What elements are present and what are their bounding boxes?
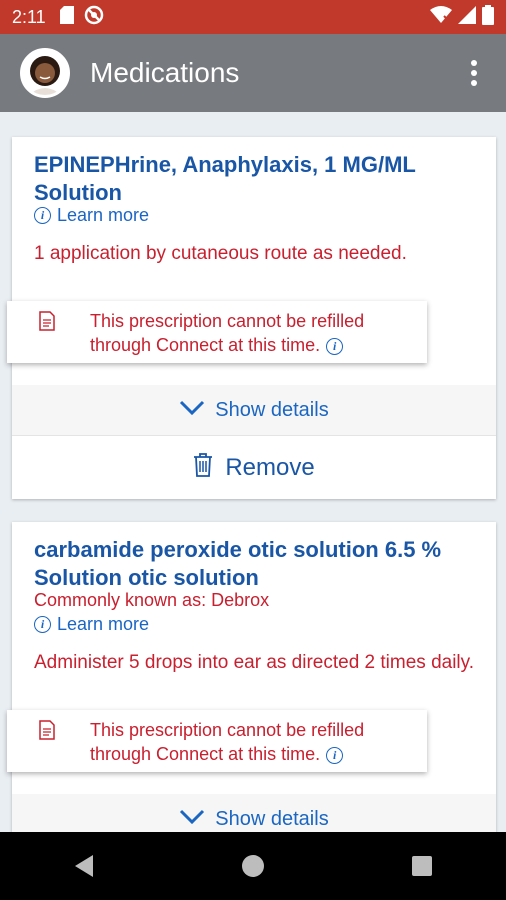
trash-icon <box>193 452 213 484</box>
document-icon <box>39 311 55 336</box>
system-nav-bar <box>0 832 506 900</box>
medication-name: EPINEPHrine, Anaphylaxis, 1 MG/ML Soluti… <box>34 152 416 205</box>
back-icon[interactable] <box>54 836 114 896</box>
learn-more-link[interactable]: i Learn more <box>34 205 149 226</box>
remove-label: Remove <box>225 454 315 481</box>
sd-card-icon <box>59 5 74 29</box>
refill-notice-text: This prescription cannot be refilled thr… <box>90 720 365 764</box>
info-icon[interactable]: i <box>326 337 344 355</box>
medication-list[interactable]: EPINEPHrine, Anaphylaxis, 1 MG/ML Soluti… <box>0 112 506 832</box>
no-disturb-icon <box>84 5 104 30</box>
home-icon[interactable] <box>223 836 283 896</box>
refill-notice-text: This prescription cannot be refilled thr… <box>90 311 365 355</box>
show-details-label: Show details <box>215 398 329 421</box>
info-icon[interactable]: i <box>326 746 344 764</box>
learn-more-label: Learn more <box>57 205 150 225</box>
info-icon: i <box>34 616 51 633</box>
show-details-button[interactable]: Show details <box>12 794 496 832</box>
status-bar: 2:11 <box>0 0 506 34</box>
medication-card: carbamide peroxide otic solution 6.5 % S… <box>7 522 496 832</box>
chevron-down-icon <box>179 399 205 422</box>
show-details-label: Show details <box>215 807 329 830</box>
medication-instructions: Administer 5 drops into ear as directed … <box>34 652 475 673</box>
page-title: Medications <box>90 57 240 88</box>
status-time: 2:11 <box>12 6 46 27</box>
medication-card: EPINEPHrine, Anaphylaxis, 1 MG/ML Soluti… <box>7 137 496 499</box>
recents-icon[interactable] <box>392 836 452 896</box>
medication-name: carbamide peroxide otic solution 6.5 % S… <box>34 537 442 590</box>
more-vert-icon[interactable] <box>464 53 484 93</box>
refill-notice: This prescription cannot be refilled thr… <box>7 710 427 772</box>
app-bar: Medications <box>0 34 506 112</box>
refill-notice: This prescription cannot be refilled thr… <box>7 301 427 363</box>
learn-more-link[interactable]: i Learn more <box>34 614 149 635</box>
battery-icon <box>482 4 494 30</box>
chevron-down-icon <box>179 808 205 831</box>
remove-button[interactable]: Remove <box>12 437 496 499</box>
avatar[interactable] <box>20 48 70 98</box>
signal-icon <box>458 5 476 29</box>
common-name: Commonly known as: Debrox <box>34 590 270 610</box>
learn-more-label: Learn more <box>57 614 150 634</box>
show-details-button[interactable]: Show details <box>12 385 496 436</box>
document-icon <box>39 720 55 745</box>
wifi-icon <box>430 5 452 29</box>
info-icon: i <box>34 207 51 224</box>
medication-instructions: 1 application by cutaneous route as need… <box>34 243 407 264</box>
